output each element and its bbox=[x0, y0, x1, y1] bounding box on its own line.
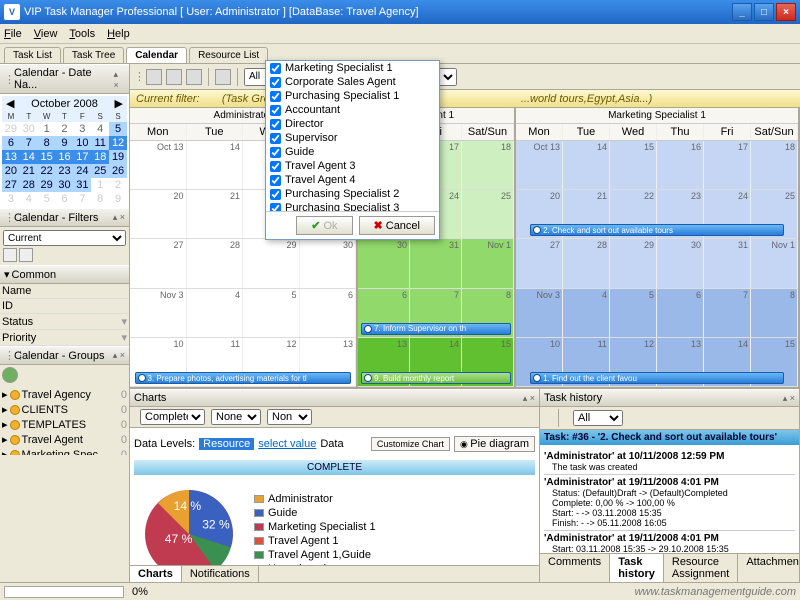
groups-header[interactable]: ⋮⋮Calendar - Groups▴ × bbox=[0, 346, 129, 365]
section-head: Marketing Specialist 1 bbox=[516, 108, 798, 124]
task-bar[interactable]: 9. Build monthly report bbox=[361, 372, 511, 384]
tool-icon[interactable] bbox=[215, 69, 231, 85]
svg-text:32 %: 32 % bbox=[202, 518, 230, 532]
svg-text:14 %: 14 % bbox=[174, 499, 202, 513]
level-resource[interactable]: Resource bbox=[199, 438, 254, 450]
complete-label: COMPLETE bbox=[134, 460, 535, 475]
svg-text:47 %: 47 % bbox=[165, 532, 193, 546]
filters-header[interactable]: ⋮⋮Calendar - Filters▴ × bbox=[0, 208, 129, 227]
task-bar[interactable]: 1. Find out the client favou bbox=[530, 372, 784, 384]
date-nav-header[interactable]: ⋮⋮Calendar - Date Na...▴ × bbox=[0, 64, 129, 94]
calendar-area: Administrator MonTueWedThu Oct 131415162… bbox=[130, 108, 800, 387]
dropdown-item[interactable]: Guide bbox=[266, 145, 439, 159]
left-panel: ⋮⋮Calendar - Date Na...▴ × ◀October 2008… bbox=[0, 64, 130, 582]
tool-icon[interactable] bbox=[166, 69, 182, 85]
charts-pane: Charts▴ × Complete None Non Data Levels:… bbox=[130, 389, 540, 582]
filter-edit-icon[interactable] bbox=[3, 248, 17, 262]
dropdown-item[interactable]: Purchasing Specialist 3 bbox=[266, 201, 439, 211]
bottom-tab-charts[interactable]: Charts bbox=[130, 566, 182, 582]
common-header[interactable]: ▾Common bbox=[0, 265, 129, 284]
mini-calendar[interactable]: ◀October 2008▶ MTWTFSS293012345678910111… bbox=[0, 94, 129, 208]
group-refresh-icon[interactable] bbox=[2, 367, 18, 383]
menu-view[interactable]: View bbox=[34, 28, 58, 40]
task-bar[interactable]: 2. Check and sort out available tours bbox=[530, 224, 784, 236]
resource-dropdown: Marketing Specialist 1Corporate Sales Ag… bbox=[265, 60, 440, 240]
history-pane: Task history▴ × All Task: #36 - '2. Chec… bbox=[540, 389, 800, 582]
menu-help[interactable]: Help bbox=[107, 28, 130, 40]
close-button[interactable]: × bbox=[776, 3, 796, 21]
tab-task-list[interactable]: Task List bbox=[4, 47, 61, 63]
dropdown-item[interactable]: Marketing Specialist 1 bbox=[266, 61, 439, 75]
history-filter[interactable]: All bbox=[573, 410, 623, 426]
tab-calendar[interactable]: Calendar bbox=[126, 47, 187, 63]
dropdown-item[interactable]: Corporate Sales Agent bbox=[266, 75, 439, 89]
menu-bar: File View Tools Help bbox=[0, 24, 800, 44]
menu-file[interactable]: File bbox=[4, 28, 22, 40]
group-tree[interactable]: ▸Travel Agency0▸CLIENTS0▸TEMPLATES0▸Trav… bbox=[0, 385, 129, 455]
tab-attachments[interactable]: Attachments bbox=[738, 554, 800, 582]
chart-opt1[interactable]: Complete bbox=[140, 409, 205, 425]
history-task-title: Task: #36 - '2. Check and sort out avail… bbox=[540, 430, 799, 445]
prev-month-icon[interactable]: ◀ bbox=[6, 97, 14, 110]
dropdown-item[interactable]: Purchasing Specialist 2 bbox=[266, 187, 439, 201]
bottom-tab-notifications[interactable]: Notifications bbox=[182, 566, 259, 582]
level-data[interactable]: Data bbox=[320, 438, 343, 450]
pie-chart: 14 % 32 % 47 % bbox=[134, 479, 244, 565]
next-month-icon[interactable]: ▶ bbox=[115, 97, 123, 110]
tab-resource-list[interactable]: Resource List bbox=[189, 47, 268, 63]
dropdown-item[interactable]: Director bbox=[266, 117, 439, 131]
minimize-button[interactable]: _ bbox=[732, 3, 752, 21]
common-grid: NameIDStatus▾Priority▾ bbox=[0, 284, 129, 346]
maximize-button[interactable]: □ bbox=[754, 3, 774, 21]
filter-add-icon[interactable] bbox=[19, 248, 33, 262]
tool-icon[interactable] bbox=[186, 69, 202, 85]
task-bar[interactable]: 7. Inform Supervisor on th bbox=[361, 323, 511, 335]
current-filter-bar: Current filter: (Task Group (TOU... ...w… bbox=[130, 90, 800, 108]
dropdown-item[interactable]: Purchasing Specialist 1 bbox=[266, 89, 439, 103]
customize-chart-button[interactable]: Customize Chart bbox=[371, 437, 450, 451]
app-icon: V bbox=[4, 4, 20, 20]
tab-resource-assignment[interactable]: Resource Assignment bbox=[664, 554, 738, 582]
title-bar: V VIP Task Manager Professional [ User: … bbox=[0, 0, 800, 24]
tab-task-tree[interactable]: Task Tree bbox=[63, 47, 124, 63]
dropdown-cancel-button[interactable]: ✖Cancel bbox=[359, 216, 435, 235]
tool-icon[interactable] bbox=[146, 69, 162, 85]
chart-opt3[interactable]: Non bbox=[267, 409, 312, 425]
calendar-toolbar: ⋮⋮ All Months,Days 30 min bbox=[130, 64, 800, 90]
level-select-value[interactable]: select value bbox=[258, 438, 316, 450]
window-title: VIP Task Manager Professional [ User: Ad… bbox=[24, 6, 419, 18]
dropdown-ok-button[interactable]: ✔Ok bbox=[296, 216, 352, 235]
chart-opt2[interactable]: None bbox=[211, 409, 261, 425]
tab-comments[interactable]: Comments bbox=[540, 554, 610, 582]
task-bar[interactable]: 3. Prepare photos, advertising materials… bbox=[135, 372, 352, 384]
status-bar: 0% www.taskmanagementguide.com bbox=[0, 582, 800, 600]
dropdown-item[interactable]: Accountant bbox=[266, 103, 439, 117]
tab-task-history[interactable]: Task history bbox=[610, 554, 664, 582]
pie-diagram-button[interactable]: ◉ Pie diagram bbox=[454, 436, 535, 452]
dropdown-item[interactable]: Travel Agent 3 bbox=[266, 159, 439, 173]
filter-preset-select[interactable]: Current bbox=[3, 230, 126, 246]
watermark-url: www.taskmanagementguide.com bbox=[635, 586, 796, 598]
dropdown-item[interactable]: Supervisor bbox=[266, 131, 439, 145]
dropdown-item[interactable]: Travel Agent 4 bbox=[266, 173, 439, 187]
menu-tools[interactable]: Tools bbox=[69, 28, 95, 40]
